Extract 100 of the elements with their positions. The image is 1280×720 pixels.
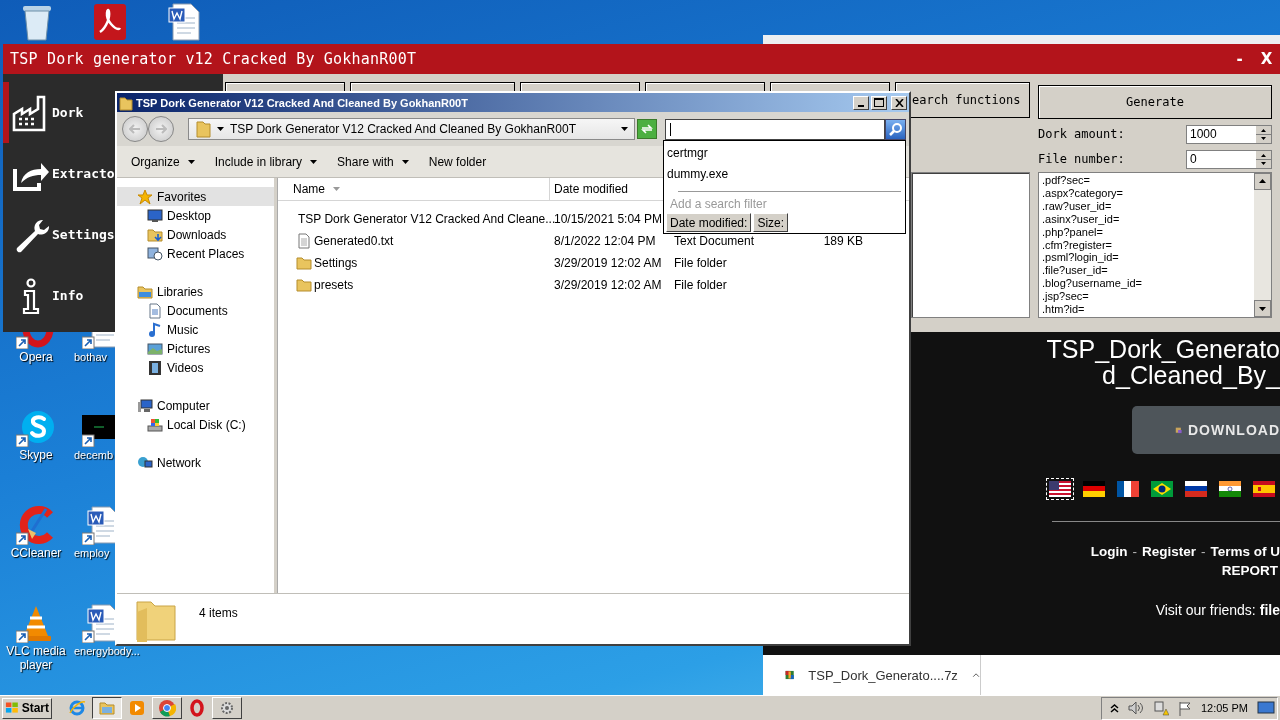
nav-item[interactable]: Desktop — [127, 206, 274, 225]
date-cell: 3/29/2019 12:02 AM — [554, 278, 662, 292]
speaker-icon — [1127, 701, 1144, 715]
function-button[interactable] — [645, 82, 765, 92]
taskbar-button[interactable] — [92, 697, 122, 719]
language-flag[interactable] — [1250, 478, 1278, 500]
nav-item[interactable]: Libraries — [117, 282, 274, 301]
sidebar-label: Dork — [52, 105, 84, 120]
language-flag[interactable] — [1046, 478, 1074, 500]
function-button[interactable] — [225, 82, 345, 92]
language-flag[interactable] — [1114, 478, 1142, 500]
list-line: .htm?id= — [1042, 303, 1086, 316]
maximize-button[interactable] — [871, 95, 887, 110]
nav-item[interactable]: Documents — [127, 301, 274, 320]
suggestion-item[interactable]: dummy.exe — [666, 164, 905, 185]
filter-button[interactable]: Size: — [753, 213, 789, 232]
nav-item[interactable]: Computer — [117, 396, 274, 415]
library-folder-icon — [137, 283, 153, 300]
flag-icon — [1151, 481, 1173, 497]
function-button[interactable] — [350, 82, 515, 92]
field-label: File number: — [1038, 152, 1125, 166]
nav-item[interactable]: Network — [117, 453, 274, 472]
show-desktop-icon — [1257, 700, 1275, 716]
footer-link[interactable]: Login — [1090, 544, 1128, 559]
spinner-arrows-icon — [1256, 150, 1271, 168]
icon-label: CCleaner — [9, 546, 63, 560]
list-line: .asinx?user_id= — [1042, 212, 1121, 226]
language-flag[interactable] — [1216, 478, 1244, 500]
date-cell: 10/15/2021 5:04 PM — [554, 212, 663, 226]
list-line: .blog?username_id= — [1042, 277, 1143, 291]
language-flag[interactable] — [1080, 478, 1108, 500]
language-flag[interactable] — [1182, 478, 1210, 500]
caret-up-icon — [971, 670, 980, 680]
download-file-name[interactable]: TSP_Dork_Generato....7z — [808, 667, 958, 683]
filter-hint: Add a search filter — [669, 197, 768, 213]
network-warning-icon — [1152, 700, 1169, 716]
list-line: .psml?login_id= — [1042, 251, 1120, 265]
nav-item[interactable]: Pictures — [127, 339, 274, 358]
number-field[interactable]: 1000 — [1186, 124, 1272, 144]
nav-item[interactable]: Videos — [127, 358, 274, 377]
function-button[interactable] — [770, 82, 890, 92]
back-button[interactable] — [122, 116, 148, 142]
download-button[interactable]: DOWNLOAD — [1132, 406, 1280, 454]
toolbar-button[interactable]: Organize — [123, 150, 203, 173]
icon-label: Skype — [18, 448, 54, 462]
close-button[interactable]: X — [1253, 45, 1280, 73]
close-button[interactable] — [891, 95, 907, 110]
minimize-icon — [858, 104, 864, 107]
opera-icon — [16, 332, 56, 349]
dropdown-caret-icon — [621, 127, 628, 131]
nav-item[interactable]: Favorites — [117, 187, 274, 206]
forward-button[interactable] — [148, 116, 174, 142]
footer-link[interactable]: Register — [1141, 544, 1196, 559]
start-button[interactable]: Start — [2, 697, 52, 719]
separator-text: - — [1201, 544, 1206, 559]
media-player-icon — [128, 699, 146, 717]
column-header[interactable]: Name — [293, 182, 325, 196]
filter-button[interactable]: Date modified: — [666, 213, 752, 232]
toolbar-button[interactable]: Share with — [329, 150, 417, 173]
search-field[interactable] — [665, 118, 885, 140]
film-icon — [147, 359, 163, 376]
recent-places-icon — [147, 245, 163, 262]
document-icon — [147, 302, 163, 319]
generate-button[interactable]: Generate — [1038, 85, 1272, 119]
date-cell: 8/1/2022 12:04 PM — [554, 234, 656, 248]
suggestion-item[interactable]: certmgr — [666, 143, 905, 164]
minimize-button[interactable]: - — [1226, 45, 1253, 73]
icon-label: bothav — [74, 350, 108, 364]
function-button[interactable] — [520, 82, 640, 92]
toolbar-button[interactable]: New folder — [420, 150, 495, 173]
number-field[interactable]: 0 — [1186, 149, 1272, 169]
column-header[interactable]: Date modified — [554, 182, 629, 196]
sidebar-item[interactable]: Extracto — [3, 143, 115, 204]
sidebar-label: Info — [52, 288, 84, 303]
search-icon — [888, 122, 903, 136]
sidebar-item[interactable]: Info — [3, 265, 115, 326]
toolbar-button[interactable]: Include in library — [206, 150, 326, 173]
list-line: .php?panel= — [1042, 225, 1104, 239]
address-bar[interactable]: TSP Dork Generator V12 Cracked And Cleaned By GokhanR00T — [188, 118, 635, 140]
search-functions-button[interactable]: earch functions — [895, 82, 1030, 118]
folder-icon — [296, 255, 312, 271]
friends-link[interactable]: file — [1259, 602, 1280, 618]
nav-item[interactable]: Downloads — [127, 225, 274, 244]
language-flag[interactable] — [1148, 478, 1176, 500]
nav-item[interactable]: Recent Places — [127, 244, 274, 263]
footer-link[interactable]: Terms of U — [1210, 544, 1280, 559]
minimize-button[interactable] — [853, 95, 869, 110]
search-button[interactable] — [885, 118, 906, 140]
window-title: TSP Dork Generator V12 Cracked And Cleaned By GokhanR00T — [136, 96, 468, 109]
report-link[interactable]: REPORT — [1221, 563, 1278, 578]
sidebar-item[interactable]: Settings — [3, 204, 115, 265]
file-name: Generated0.txt — [314, 234, 394, 248]
sidebar-label: Settings — [52, 227, 115, 242]
ccleaner-icon — [16, 505, 56, 545]
file-name: TSP Dork Generator V12 Cracked And Cleane... — [298, 212, 556, 226]
nav-item[interactable]: Local Disk (C:) — [127, 415, 274, 434]
field-label: Dork amount: — [1038, 127, 1125, 141]
input-area[interactable] — [911, 172, 1030, 318]
refresh-button[interactable] — [637, 119, 657, 139]
nav-item[interactable]: Music — [127, 320, 274, 339]
